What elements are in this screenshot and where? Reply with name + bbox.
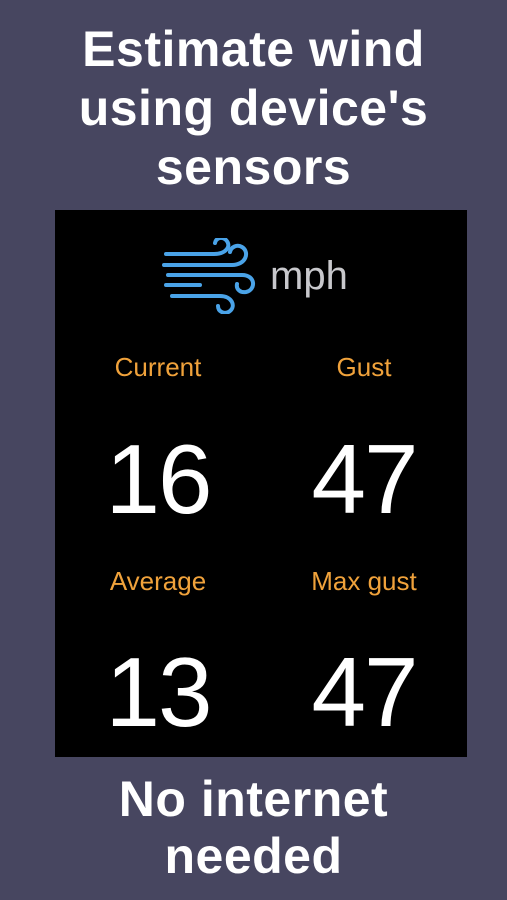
headline-line: needed [164, 828, 343, 884]
average-value: 13 [105, 637, 212, 747]
headline-line: No internet [118, 771, 389, 827]
max-gust-value: 47 [311, 637, 418, 747]
gust-label: Gust [336, 352, 392, 382]
max-gust-label: Max gust [311, 566, 417, 596]
headline-line: using device's [78, 80, 429, 136]
wind-readout-panel: mph Current Gust 16 47 Average Max gust … [55, 210, 467, 757]
current-label: Current [114, 352, 202, 382]
headline-line: Estimate wind [82, 21, 425, 77]
current-value: 16 [105, 424, 212, 534]
unit-label: mph [270, 254, 348, 298]
promo-headline-top: Estimate wind using device's sensors [0, 20, 507, 197]
gust-value: 47 [311, 424, 418, 534]
unit-header: mph [55, 238, 467, 314]
wind-icon [162, 238, 255, 314]
average-label: Average [109, 566, 207, 596]
headline-line: sensors [155, 139, 352, 195]
promo-headline-bottom: No internet needed [0, 771, 507, 885]
